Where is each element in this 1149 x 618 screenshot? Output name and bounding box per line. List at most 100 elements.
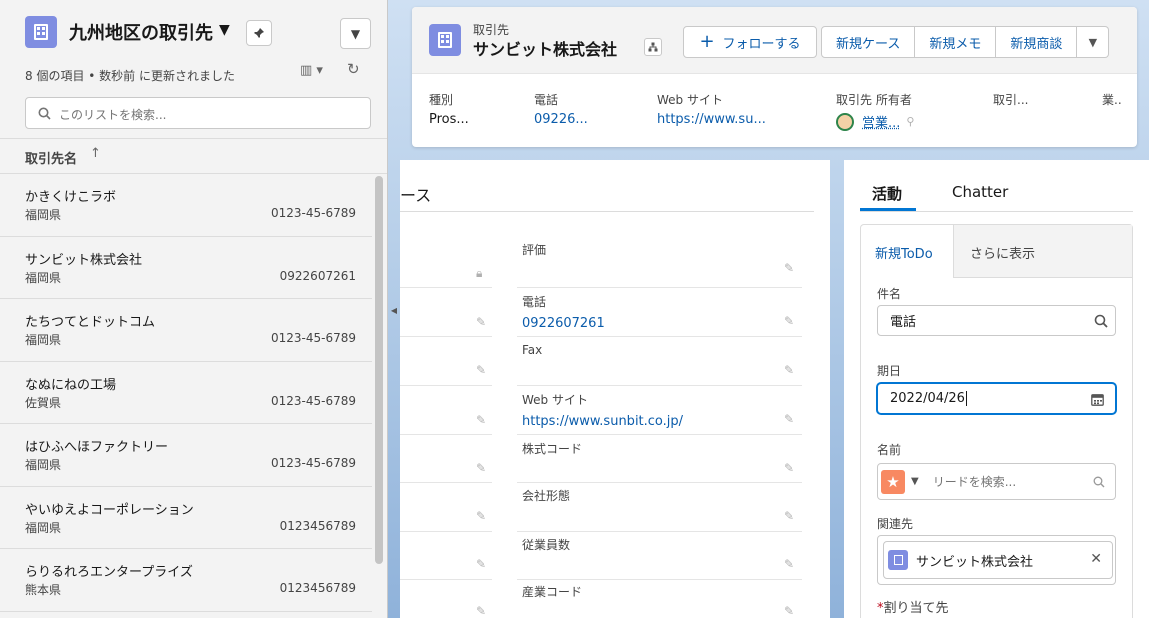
due-date-label: 期日: [877, 364, 902, 378]
field-divider: [517, 434, 802, 435]
edit-pencil-icon[interactable]: ✎: [784, 363, 794, 377]
phone-link[interactable]: 09226...: [534, 112, 588, 127]
edit-pencil-icon[interactable]: ✎: [476, 509, 486, 523]
list-item[interactable]: らりるれろエンタープライズ 熊本県 0123456789: [0, 549, 372, 612]
change-owner-icon[interactable]: ⚲: [906, 115, 914, 128]
owner-link[interactable]: 営業...: [862, 112, 900, 131]
field-divider: [400, 287, 492, 288]
list-item-name: たちつてとドットコム: [25, 315, 156, 330]
pin-icon[interactable]: [246, 20, 272, 46]
edit-pencil-icon[interactable]: ✎: [784, 604, 794, 618]
remove-close-icon[interactable]: ✕: [1090, 551, 1102, 567]
phone-value-link[interactable]: 0922607261: [522, 316, 605, 331]
website-value-link[interactable]: https://www.sunbit.co.jp/: [522, 414, 683, 429]
field-divider: [517, 579, 802, 580]
related-to-lookup[interactable]: サンビット株式会社 ✕: [877, 535, 1116, 585]
more-actions-chevron-icon[interactable]: ▼: [1077, 26, 1110, 58]
field-divider: [400, 531, 492, 532]
search-icon: [1093, 476, 1105, 488]
object-switcher-chevron-icon[interactable]: ▼: [911, 476, 919, 487]
list-item-name: かきくけこラボ: [25, 190, 117, 205]
related-to-label: 関連先: [877, 517, 914, 531]
highlight-field-website: Web サイト https://www.su...: [657, 91, 766, 127]
edit-pencil-icon[interactable]: ✎: [784, 509, 794, 523]
account-record-icon: [429, 24, 461, 56]
list-item[interactable]: たちつてとドットコム 福岡県 0123-45-6789: [0, 299, 372, 362]
list-item-name: なぬにねの工場: [25, 377, 117, 393]
field-divider: [400, 482, 492, 483]
field-label: 種別: [429, 93, 454, 107]
highlight-field-industry: 業..: [1102, 91, 1122, 108]
edit-pencil-icon[interactable]: ✎: [476, 363, 486, 377]
list-item[interactable]: やいゆえよコーポレーション 福岡県 0123456789: [0, 486, 372, 549]
follow-label: フォローする: [722, 36, 801, 52]
edit-pencil-icon[interactable]: ✎: [476, 413, 486, 427]
list-scrollbar[interactable]: [375, 176, 383, 564]
list-item[interactable]: はひふへほファクトリー 福岡県 0123-45-6789: [0, 424, 372, 487]
subject-value: 電話: [890, 315, 917, 330]
assigned-to-text: 割り当て先: [883, 601, 949, 616]
field-value: Pros...: [429, 112, 469, 127]
highlight-field-type: 種別 Pros...: [429, 91, 469, 127]
search-icon: [38, 107, 51, 120]
website-link[interactable]: https://www.su...: [657, 112, 766, 127]
new-memo-button[interactable]: 新規メモ: [915, 26, 997, 58]
field-label-employees: 従業員数: [522, 538, 571, 552]
due-date-value: 2022/04/26: [890, 391, 965, 406]
section-divider: [400, 211, 814, 212]
assigned-to-label: *割り当て先: [877, 597, 949, 616]
new-case-button[interactable]: 新規ケース: [821, 26, 916, 58]
list-item[interactable]: サンビット株式会社 福岡県 0922607261: [0, 236, 372, 299]
field-divider: [517, 287, 802, 288]
field-label-fax: Fax: [522, 343, 543, 357]
subtab-new-todo[interactable]: 新規ToDo: [875, 243, 933, 262]
edit-pencil-icon[interactable]: ✎: [784, 314, 794, 328]
edit-pencil-icon[interactable]: ✎: [476, 557, 486, 571]
edit-pencil-icon[interactable]: ✎: [784, 557, 794, 571]
follow-button[interactable]: + フォローする: [683, 26, 817, 58]
edit-pencil-icon[interactable]: ✎: [784, 461, 794, 475]
due-date-input[interactable]: 2022/04/26: [877, 383, 1116, 414]
tab-activity[interactable]: 活動: [872, 183, 902, 204]
edit-pencil-icon[interactable]: ✎: [476, 461, 486, 475]
field-label: 取引...: [993, 93, 1029, 107]
field-divider: [400, 434, 492, 435]
field-label: 業..: [1102, 93, 1122, 107]
refresh-icon[interactable]: ↻: [347, 60, 360, 78]
list-item[interactable]: かきくけこラボ 福岡県 0123-45-6789: [0, 174, 372, 237]
list-item-phone: 0123-45-6789: [270, 331, 356, 345]
new-deal-button[interactable]: 新規商談: [996, 26, 1078, 58]
list-view-controls-button[interactable]: ▼: [340, 18, 371, 49]
edit-pencil-icon[interactable]: ✎: [784, 412, 794, 426]
field-label-website: Web サイト: [522, 393, 588, 407]
list-view-title[interactable]: 九州地区の取引先: [69, 19, 213, 45]
list-item[interactable]: なぬにねの工場 佐賀県 0123-45-6789: [0, 361, 372, 424]
field-divider: [517, 336, 802, 337]
edit-pencil-icon[interactable]: ✎: [476, 315, 486, 329]
edit-pencil-icon[interactable]: ✎: [784, 261, 794, 275]
field-label-stock-code: 株式コード: [522, 442, 583, 456]
text-cursor: [965, 391, 967, 406]
split-view-toggle-icon[interactable]: ◀: [389, 300, 399, 320]
list-search-input[interactable]: このリストを検索...: [25, 97, 371, 129]
hierarchy-icon[interactable]: [644, 38, 662, 56]
field-divider: [400, 579, 492, 580]
selected-pill: サンビット株式会社 ✕: [883, 541, 1113, 579]
list-header: 九州地区の取引先 ▼ ▼ 8 個の項目 • 数秒前 に更新されました ▥ ▾ ↻…: [0, 0, 387, 138]
field-label-company-type: 会社形態: [522, 489, 571, 503]
subtab-more[interactable]: さらに表示: [970, 243, 1035, 262]
list-item-phone: 0123-45-6789: [270, 456, 356, 470]
list-item-name: らりるれろエンタープライズ: [25, 565, 193, 580]
column-header[interactable]: 取引先名 ↑: [0, 138, 387, 174]
list-view-switcher-chevron-icon[interactable]: ▼: [219, 22, 230, 38]
owner-avatar: [836, 112, 854, 131]
edit-pencil-icon[interactable]: ✎: [476, 604, 486, 618]
locked-field-icon: 🔒︎: [476, 266, 483, 280]
display-as-table-icon[interactable]: ▥ ▾: [300, 63, 323, 78]
calendar-icon[interactable]: [1091, 393, 1104, 406]
tab-chatter[interactable]: Chatter: [952, 183, 1008, 201]
action-button-group: 新規ケース 新規メモ 新規商談 ▼: [821, 26, 1110, 58]
name-lookup[interactable]: ★ ▼ リードを検索...: [877, 463, 1116, 500]
subject-input[interactable]: 電話: [877, 305, 1116, 336]
field-divider: [517, 482, 802, 483]
